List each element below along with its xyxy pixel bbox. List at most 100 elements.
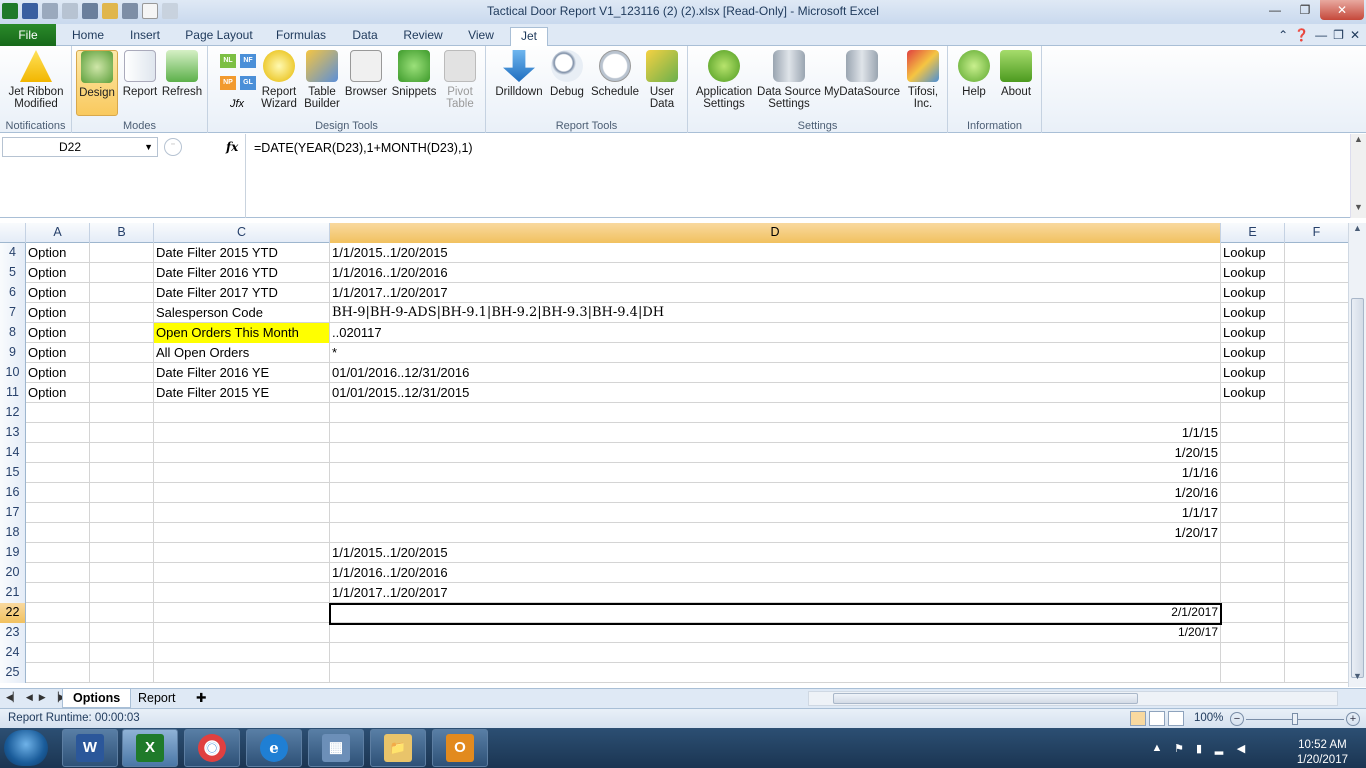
row-header-18[interactable]: 18 xyxy=(0,523,26,543)
tab-page-layout[interactable]: Page Layout xyxy=(178,27,260,46)
cell-e22[interactable] xyxy=(1221,603,1285,623)
cell-a18[interactable] xyxy=(26,523,90,543)
zoom-slider[interactable]: − + xyxy=(1230,712,1360,726)
close-button[interactable]: ✕ xyxy=(1320,0,1364,20)
cell-b21[interactable] xyxy=(90,583,154,603)
zoom-knob[interactable] xyxy=(1292,713,1298,725)
cell-e8[interactable]: Lookup xyxy=(1221,323,1285,343)
cell-b13[interactable] xyxy=(90,423,154,443)
page-layout-view-icon[interactable] xyxy=(1149,711,1165,726)
row-header-23[interactable]: 23 xyxy=(0,623,26,643)
restore-button[interactable]: ❐ xyxy=(1290,0,1320,20)
cell-b11[interactable] xyxy=(90,383,154,403)
cell-f11[interactable] xyxy=(1285,383,1348,403)
cell-a12[interactable] xyxy=(26,403,90,423)
cell-e16[interactable] xyxy=(1221,483,1285,503)
jfx-button[interactable]: Jfx xyxy=(230,98,244,110)
cell-a21[interactable] xyxy=(26,583,90,603)
cell-b16[interactable] xyxy=(90,483,154,503)
cell-f8[interactable] xyxy=(1285,323,1348,343)
cell-a13[interactable] xyxy=(26,423,90,443)
cell-a10[interactable]: Option xyxy=(26,363,90,383)
tab-data[interactable]: Data xyxy=(342,27,388,46)
cell-f12[interactable] xyxy=(1285,403,1348,423)
nl-function-button[interactable]: NL xyxy=(220,54,236,68)
row-header-13[interactable]: 13 xyxy=(0,423,26,443)
formula-scrollbar[interactable]: ▲ ▼ xyxy=(1350,134,1366,218)
cell-d16[interactable]: 1/20/16 xyxy=(330,483,1221,503)
cell-b17[interactable] xyxy=(90,503,154,523)
cell-e25[interactable] xyxy=(1221,663,1285,683)
gl-function-button[interactable]: GL xyxy=(240,76,256,90)
row-header-17[interactable]: 17 xyxy=(0,503,26,523)
tab-insert[interactable]: Insert xyxy=(120,27,170,46)
help-button[interactable]: Help xyxy=(954,50,994,98)
cell-c5[interactable]: Date Filter 2016 YTD xyxy=(154,263,330,283)
cell-e18[interactable] xyxy=(1221,523,1285,543)
cell-a6[interactable]: Option xyxy=(26,283,90,303)
cell-d25[interactable] xyxy=(330,663,1221,683)
column-header-f[interactable]: F xyxy=(1285,223,1348,243)
cell-d10[interactable]: 01/01/2016..12/31/2016 xyxy=(330,363,1221,383)
cell-c10[interactable]: Date Filter 2016 YE xyxy=(154,363,330,383)
cell-b5[interactable] xyxy=(90,263,154,283)
cell-a8[interactable]: Option xyxy=(26,323,90,343)
column-header-d[interactable]: D xyxy=(330,223,1221,243)
row-header-24[interactable]: 24 xyxy=(0,643,26,663)
cell-a15[interactable] xyxy=(26,463,90,483)
cell-e24[interactable] xyxy=(1221,643,1285,663)
cell-a22[interactable] xyxy=(26,603,90,623)
tab-formulas[interactable]: Formulas xyxy=(268,27,334,46)
cell-f16[interactable] xyxy=(1285,483,1348,503)
page-break-view-icon[interactable] xyxy=(1168,711,1184,726)
chevron-down-icon[interactable]: ▼ xyxy=(144,138,153,156)
row-header-22[interactable]: 22 xyxy=(0,603,26,623)
mydatasource-button[interactable]: MyDataSource xyxy=(822,50,902,98)
row-header-20[interactable]: 20 xyxy=(0,563,26,583)
cell-d14[interactable]: 1/20/15 xyxy=(330,443,1221,463)
cell-d20[interactable]: 1/1/2016..1/20/2016 xyxy=(330,563,1221,583)
cell-a7[interactable]: Option xyxy=(26,303,90,323)
row-header-5[interactable]: 5 xyxy=(0,263,26,283)
schedule-button[interactable]: Schedule xyxy=(590,50,640,98)
row-header-8[interactable]: 8 xyxy=(0,323,26,343)
spreadsheet-grid[interactable]: A B C D E F 4 Option Date Filter 2015 YTD 1… xyxy=(0,223,1348,687)
cell-f21[interactable] xyxy=(1285,583,1348,603)
cell-d6[interactable]: 1/1/2017..1/20/2017 xyxy=(330,283,1221,303)
cell-b19[interactable] xyxy=(90,543,154,563)
taskbar-chrome[interactable]: ◉ xyxy=(184,729,240,767)
user-data-button[interactable]: User Data xyxy=(642,50,682,110)
application-settings-button[interactable]: Application Settings xyxy=(692,50,756,110)
cell-b15[interactable] xyxy=(90,463,154,483)
formula-input[interactable]: =DATE(YEAR(D23),1+MONTH(D23),1) xyxy=(245,134,1350,218)
cell-a16[interactable] xyxy=(26,483,90,503)
cell-f19[interactable] xyxy=(1285,543,1348,563)
cell-b12[interactable] xyxy=(90,403,154,423)
cell-b22[interactable] xyxy=(90,603,154,623)
volume-icon[interactable]: ◀ xyxy=(1234,742,1248,756)
cell-a11[interactable]: Option xyxy=(26,383,90,403)
vertical-scroll-thumb[interactable] xyxy=(1351,298,1364,678)
cell-e11[interactable]: Lookup xyxy=(1221,383,1285,403)
taskbar-explorer[interactable]: 📁 xyxy=(370,729,426,767)
cell-c19[interactable] xyxy=(154,543,330,563)
start-button[interactable] xyxy=(4,730,48,766)
cell-a5[interactable]: Option xyxy=(26,263,90,283)
minimize-button[interactable]: — xyxy=(1260,0,1290,20)
cell-a17[interactable] xyxy=(26,503,90,523)
cell-d24[interactable] xyxy=(330,643,1221,663)
cell-f9[interactable] xyxy=(1285,343,1348,363)
cell-b8[interactable] xyxy=(90,323,154,343)
report-wizard-button[interactable]: Report Wizard xyxy=(258,50,300,110)
next-sheet-icon[interactable]: ▶ xyxy=(39,692,46,703)
scroll-down-icon[interactable]: ▼ xyxy=(1351,202,1366,216)
sheet-tab-report[interactable]: Report xyxy=(128,689,186,708)
row-header-15[interactable]: 15 xyxy=(0,463,26,483)
workbook-restore-icon[interactable]: ❐ xyxy=(1333,28,1344,42)
tab-file[interactable]: File xyxy=(0,24,56,46)
cell-c20[interactable] xyxy=(154,563,330,583)
cell-c13[interactable] xyxy=(154,423,330,443)
cell-b10[interactable] xyxy=(90,363,154,383)
cell-e17[interactable] xyxy=(1221,503,1285,523)
scroll-up-icon[interactable]: ▲ xyxy=(1349,223,1366,239)
